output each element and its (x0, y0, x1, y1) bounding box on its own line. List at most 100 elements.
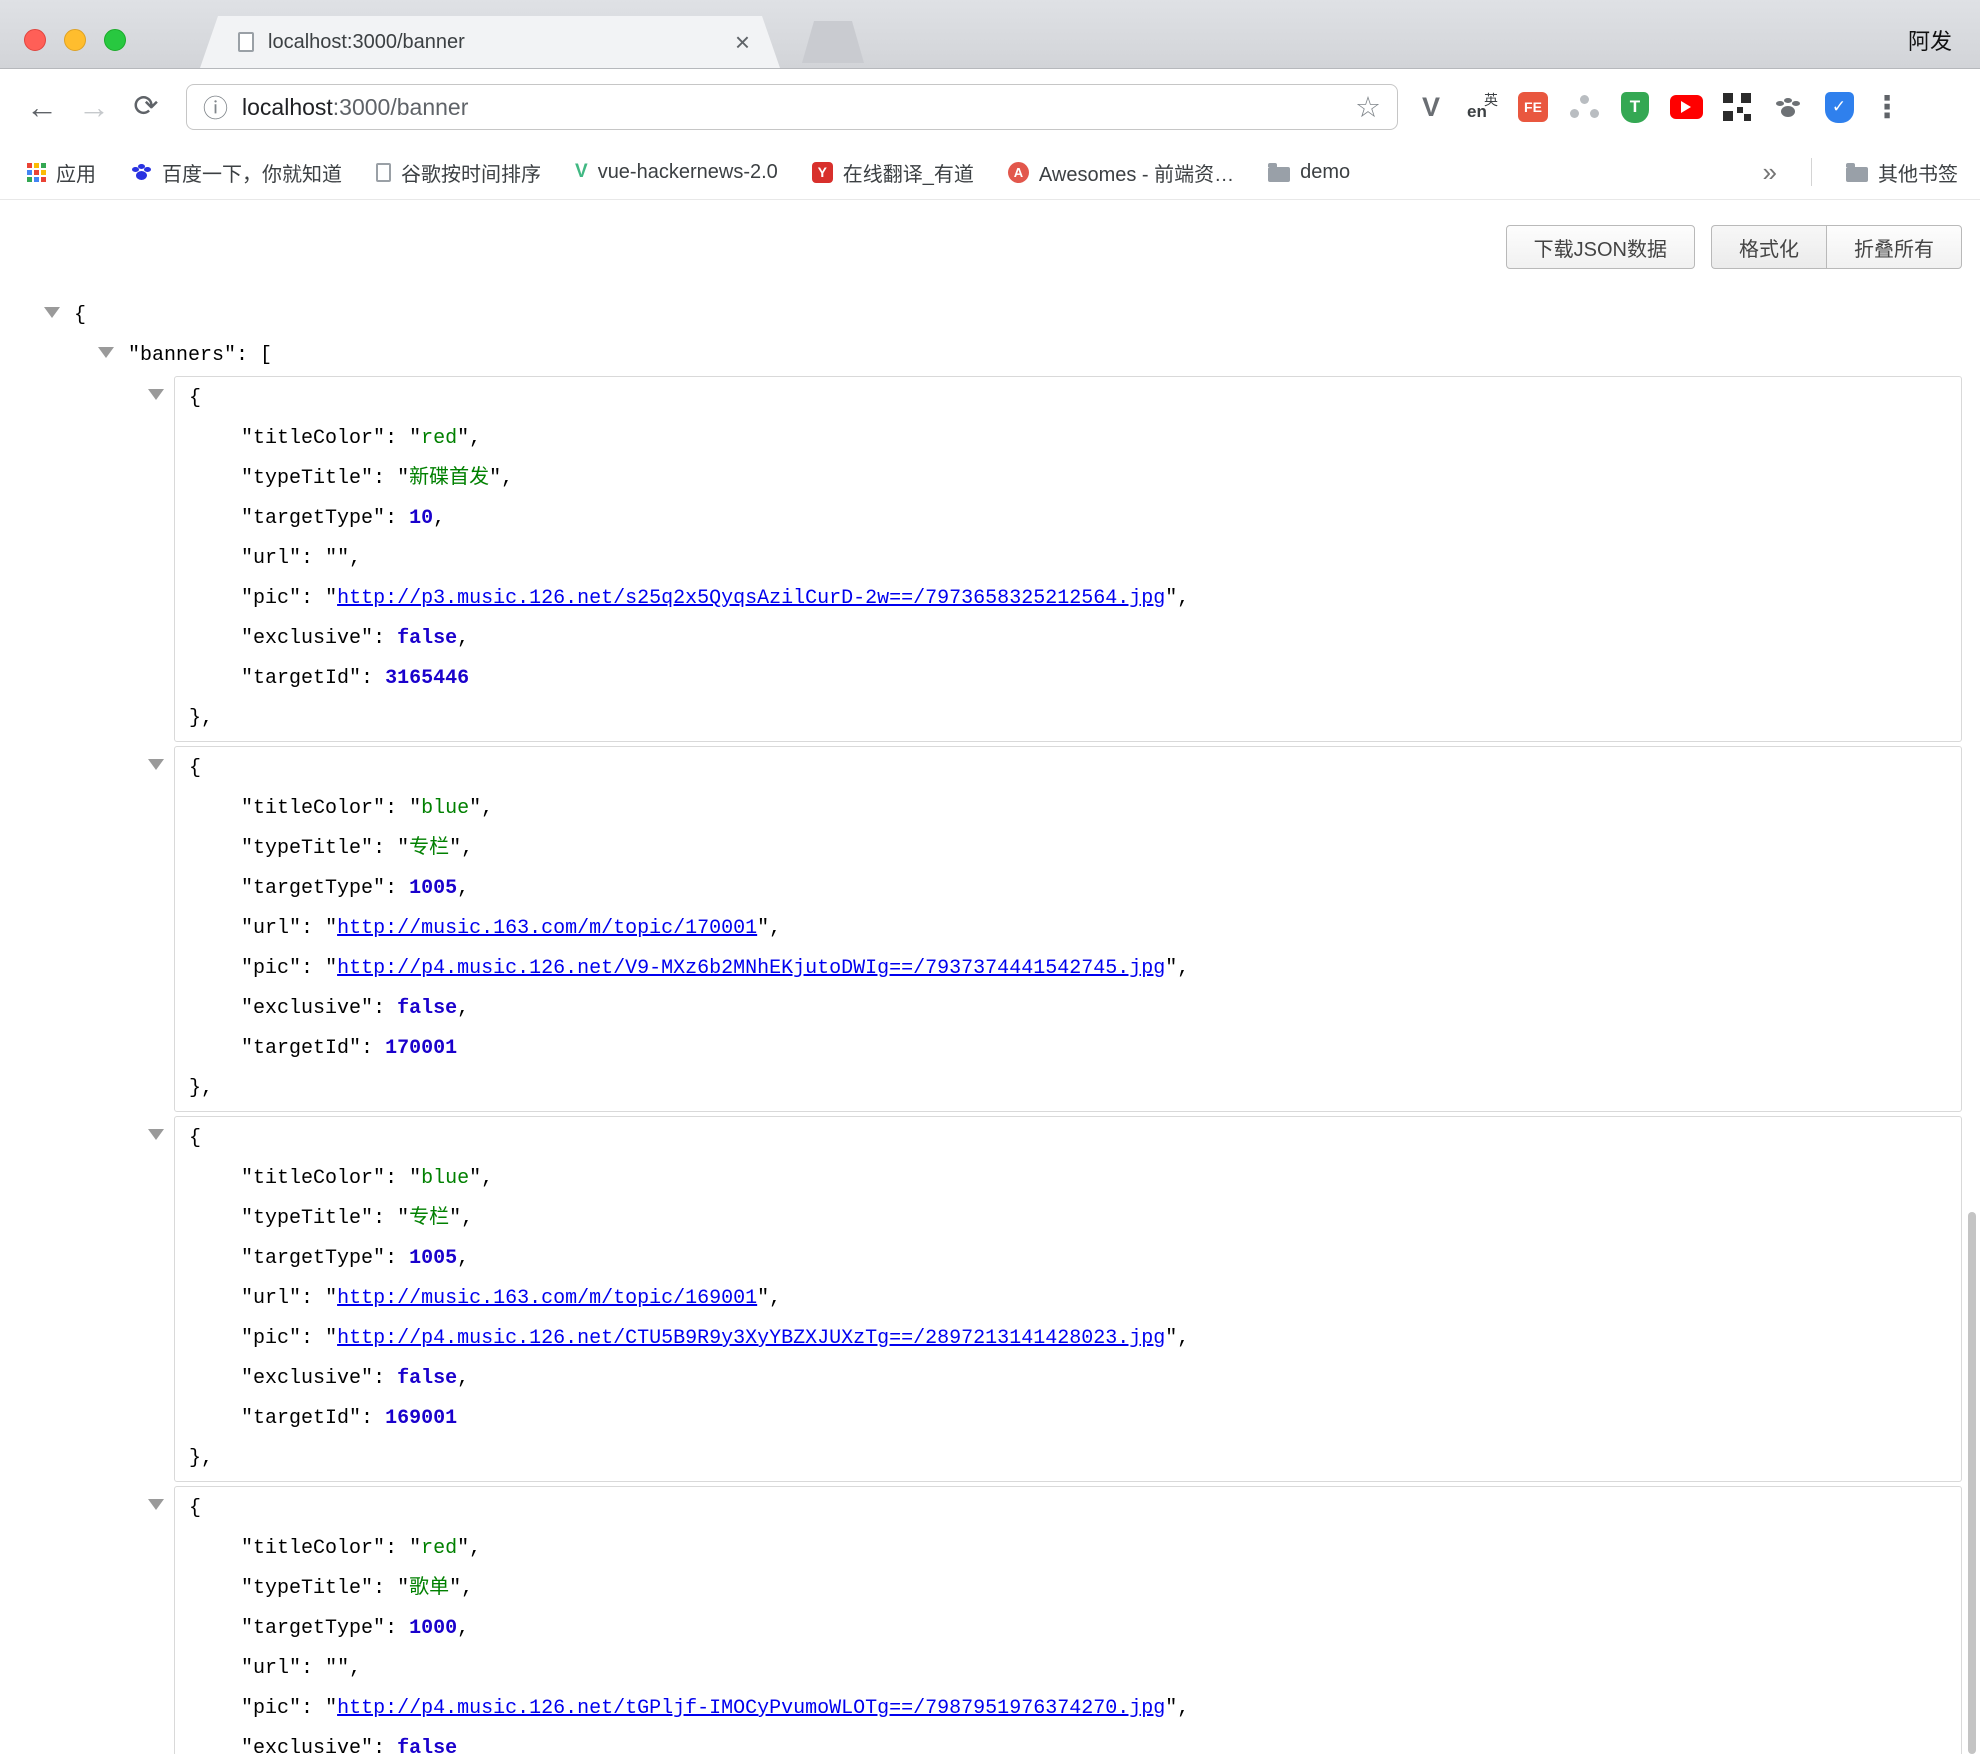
youtube-extension-icon[interactable] (1669, 90, 1703, 124)
bookmark-awesomes[interactable]: A Awesomes - 前端资… (1008, 158, 1234, 187)
json-url-link[interactable]: http://music.163.com/m/topic/170001 (337, 917, 757, 940)
close-tab-icon[interactable]: × (735, 29, 750, 55)
json-token: " (241, 917, 253, 940)
bookmark-star-icon[interactable]: ☆ (1355, 90, 1381, 125)
page-favicon-icon (238, 32, 254, 52)
json-key: url (253, 547, 289, 570)
translate-extension-icon[interactable]: en英 (1465, 90, 1499, 124)
vimium-extension-icon[interactable]: V (1414, 90, 1448, 124)
collapse-all-button[interactable]: 折叠所有 (1826, 225, 1962, 269)
collapse-triangle-icon[interactable] (148, 1499, 164, 1510)
paw-extension-icon[interactable] (1771, 90, 1805, 124)
back-button[interactable]: ← (16, 91, 68, 123)
json-token: , (457, 877, 469, 900)
json-token: , (457, 1617, 469, 1640)
json-property: "titleColor": "red", (175, 1529, 1961, 1569)
bookmark-apps[interactable]: 应用 (26, 158, 96, 187)
json-key: exclusive (253, 1737, 361, 1754)
org-chart-extension-icon[interactable] (1567, 90, 1601, 124)
json-token: " (325, 1657, 337, 1680)
page-info-icon[interactable]: ⓘ (203, 89, 228, 125)
json-url-link[interactable]: http://p4.music.126.net/CTU5B9R9y3XyYBZX… (337, 1327, 1165, 1350)
json-property: "url": "", (175, 1649, 1961, 1689)
json-root-line: { (0, 296, 1980, 336)
baidu-paw-icon (130, 161, 152, 183)
json-number-value: 1005 (409, 877, 457, 900)
json-property: "typeTitle": "歌单", (175, 1569, 1961, 1609)
bookmark-baidu[interactable]: 百度一下，你就知道 (130, 158, 342, 187)
json-url-link[interactable]: http://p4.music.126.net/tGPljf-IMOCyPvum… (337, 1697, 1165, 1720)
json-token: " (241, 1247, 253, 1270)
json-close-brace: }, (175, 1439, 1961, 1479)
collapse-triangle-icon[interactable] (148, 1129, 164, 1140)
forward-button[interactable]: → (68, 91, 120, 123)
bookmark-google-sort[interactable]: 谷歌按时间排序 (376, 158, 541, 187)
json-url-link[interactable]: http://p3.music.126.net/s25q2x5QyqsAzilC… (337, 587, 1165, 610)
collapse-triangle-icon[interactable] (148, 759, 164, 770)
json-token: , (461, 837, 473, 860)
page-icon (376, 163, 391, 182)
json-open-brace: { (175, 749, 1961, 789)
green-shield-extension-icon[interactable]: T (1618, 90, 1652, 124)
json-token: " (373, 877, 385, 900)
json-token: " (757, 917, 769, 940)
json-token: " (373, 1247, 385, 1270)
fehelper-extension-icon[interactable]: FE (1516, 90, 1550, 124)
json-token: " (469, 1167, 481, 1190)
qrcode-extension-icon[interactable] (1720, 90, 1754, 124)
chrome-menu-icon[interactable]: ⋮ (1870, 90, 1904, 125)
json-key: targetType (253, 877, 373, 900)
json-token: " (361, 1737, 373, 1754)
bookmark-youdao[interactable]: Y 在线翻译_有道 (812, 158, 974, 187)
json-token: { (189, 1497, 201, 1520)
json-token: " (373, 1167, 385, 1190)
minimize-window-button[interactable] (64, 29, 86, 51)
json-token: : (373, 1577, 397, 1600)
collapse-triangle-icon[interactable] (44, 307, 60, 318)
json-key: targetType (253, 507, 373, 530)
browser-tab[interactable]: localhost:3000/banner × (200, 16, 780, 68)
json-token: : (373, 837, 397, 860)
download-json-button[interactable]: 下载JSON数据 (1506, 225, 1695, 269)
json-array-item: {"titleColor": "blue","typeTitle": "专栏",… (174, 1116, 1962, 1482)
json-token: , (769, 1287, 781, 1310)
json-property: "pic": "http://p4.music.126.net/CTU5B9R9… (175, 1319, 1961, 1359)
new-tab-button[interactable] (802, 21, 864, 63)
format-button[interactable]: 格式化 (1711, 225, 1826, 269)
json-token: " (241, 1617, 253, 1640)
json-token: " (325, 547, 337, 570)
json-token: : (361, 667, 385, 690)
json-open-brace: { (175, 1489, 1961, 1529)
json-property: "pic": "http://p3.music.126.net/s25q2x5Q… (175, 579, 1961, 619)
json-url-link[interactable]: http://p4.music.126.net/V9-MXz6b2MNhEKju… (337, 957, 1165, 980)
json-property: "exclusive": false, (175, 989, 1961, 1029)
json-token: : (361, 1407, 385, 1430)
bookmark-vue-hackernews[interactable]: V vue-hackernews-2.0 (575, 161, 778, 184)
collapse-triangle-icon[interactable] (98, 347, 114, 358)
json-token: : (301, 957, 325, 980)
json-token: " (241, 1657, 253, 1680)
json-token: { (189, 1127, 201, 1150)
json-url-link[interactable]: http://music.163.com/m/topic/169001 (337, 1287, 757, 1310)
json-token: " (241, 1537, 253, 1560)
address-bar[interactable]: ⓘ localhost :3000/banner ☆ (186, 84, 1398, 130)
bookmark-demo[interactable]: demo (1268, 161, 1350, 184)
json-boolean-value: false (397, 1737, 457, 1754)
json-token: , (461, 1207, 473, 1230)
json-object-box: {"titleColor": "red","typeTitle": "新碟首发"… (174, 376, 1962, 742)
json-key: titleColor (253, 1537, 373, 1560)
bookmarks-overflow-chevron-icon[interactable]: » (1763, 157, 1777, 188)
json-property: "targetType": 1005, (175, 869, 1961, 909)
other-bookmarks[interactable]: 其他书签 (1846, 158, 1958, 187)
blue-shield-extension-icon[interactable]: ✓ (1822, 90, 1856, 124)
collapse-triangle-icon[interactable] (148, 389, 164, 400)
extension-icons: V en英 FE T ✓ (1414, 90, 1856, 124)
vertical-scrollbar[interactable] (1968, 1212, 1976, 1754)
json-key: pic (253, 587, 289, 610)
close-window-button[interactable] (24, 29, 46, 51)
json-token: " (241, 997, 253, 1020)
reload-button[interactable]: ⟳ (120, 92, 172, 122)
zoom-window-button[interactable] (104, 29, 126, 51)
json-key: titleColor (253, 1167, 373, 1190)
json-property: "pic": "http://p4.music.126.net/tGPljf-I… (175, 1689, 1961, 1729)
